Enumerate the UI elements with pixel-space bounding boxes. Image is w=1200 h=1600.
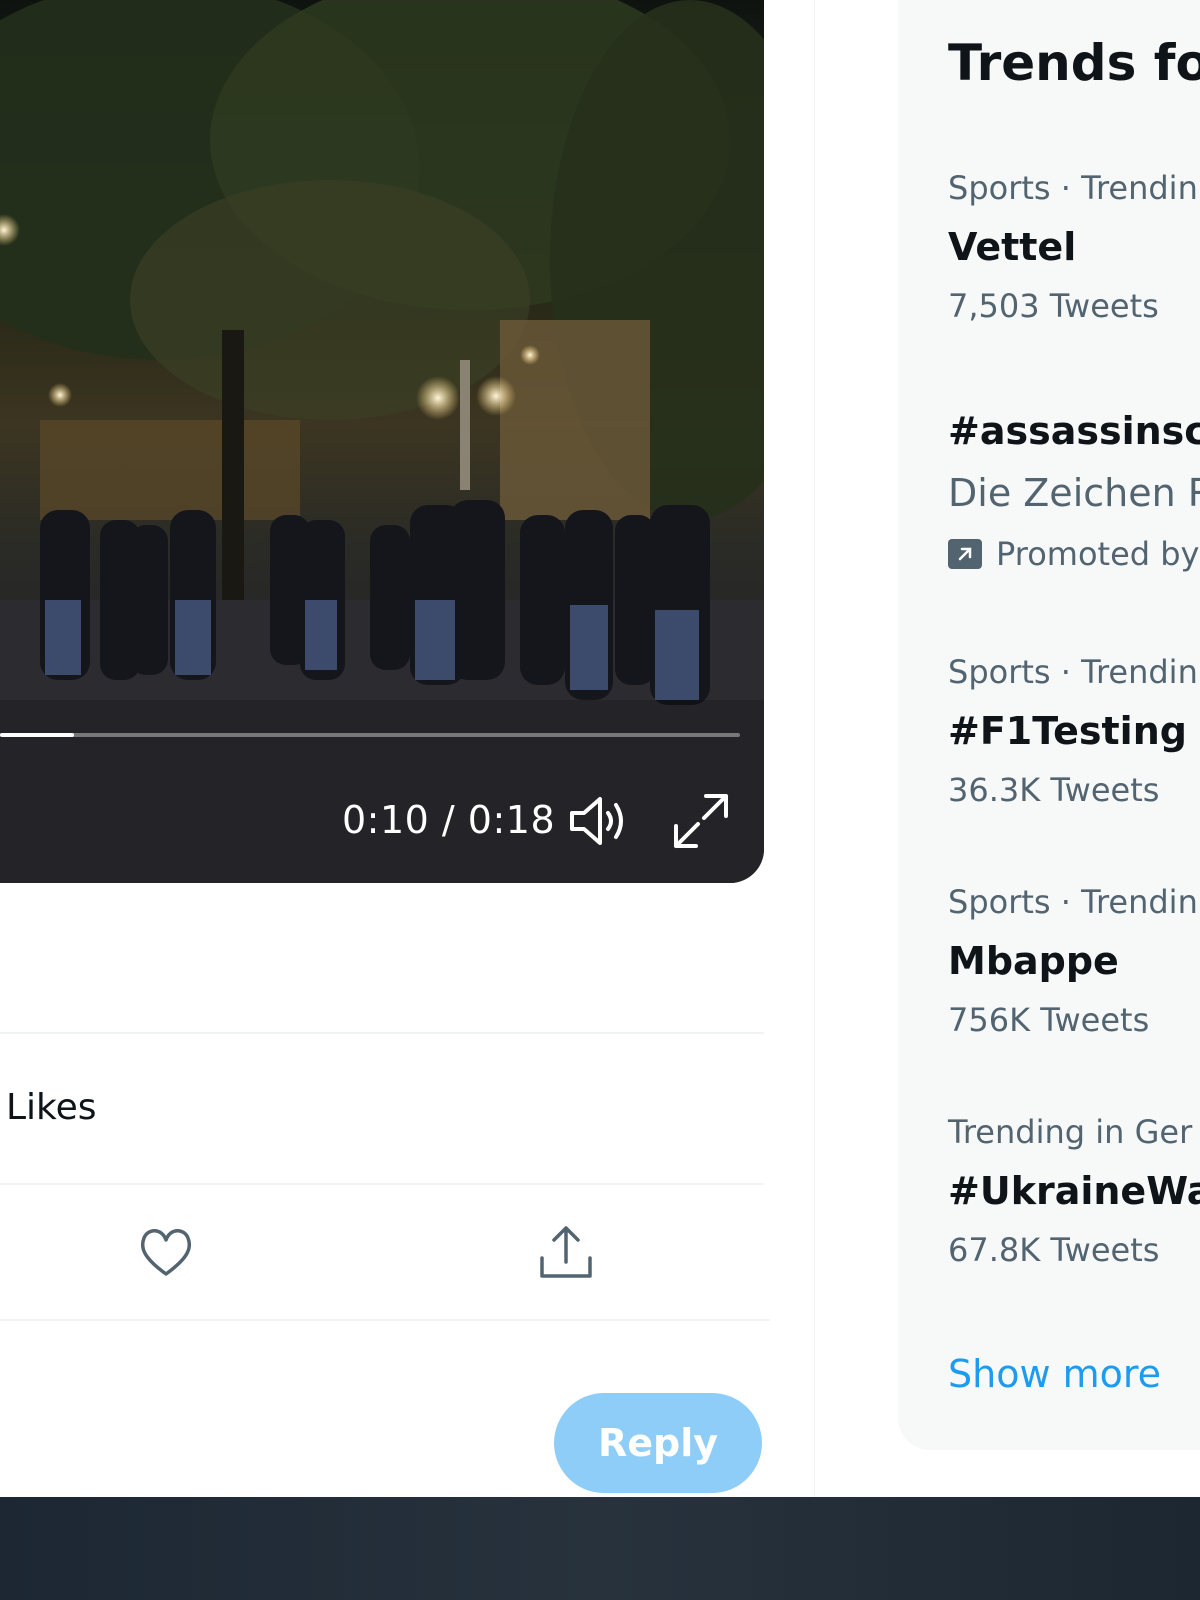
share-button[interactable] <box>534 1220 598 1284</box>
trend-item[interactable]: Trending in Ger #UkraineWar 67.8K Tweets <box>948 1104 1200 1278</box>
video-player[interactable]: 0:10 / 0:18 <box>0 0 764 883</box>
trend-description: Die Zeichen R <box>948 471 1200 515</box>
reply-button[interactable]: Reply <box>554 1393 762 1493</box>
promoted-text: Promoted by <box>996 535 1200 573</box>
divider <box>0 1032 764 1034</box>
promoted-label: Promoted by <box>948 524 1200 584</box>
fullscreen-button[interactable] <box>670 790 732 852</box>
trend-count: 36.3K Tweets <box>948 771 1160 809</box>
trend-name: #F1Testing <box>948 709 1187 753</box>
heart-icon <box>140 1229 192 1276</box>
volume-button[interactable] <box>568 793 632 849</box>
volume-icon <box>570 797 623 845</box>
trend-name: Vettel <box>948 225 1077 269</box>
trend-meta: Sports · Trendin <box>948 169 1198 207</box>
divider <box>0 1183 764 1185</box>
trend-name: #assassinscre <box>948 409 1200 453</box>
trend-name: Mbappe <box>948 939 1119 983</box>
trend-item[interactable]: Sports · Trendin Vettel 7,503 Tweets <box>948 160 1200 334</box>
trend-item[interactable]: Sports · Trendin #F1Testing 36.3K Tweets <box>948 644 1200 818</box>
tweet-column: 0:10 / 0:18 Likes Reply <box>0 0 815 1497</box>
video-progress-track[interactable] <box>0 733 740 737</box>
video-time: 0:10 / 0:18 <box>342 798 556 842</box>
trends-title: Trends fo <box>948 34 1200 92</box>
trend-meta: Trending in Ger <box>948 1113 1193 1151</box>
show-more-link[interactable]: Show more <box>948 1352 1161 1396</box>
trend-name: #UkraineWar <box>948 1169 1200 1213</box>
share-icon <box>540 1226 592 1278</box>
like-button[interactable] <box>134 1220 198 1284</box>
trend-count: 7,503 Tweets <box>948 287 1159 325</box>
likes-count[interactable]: Likes <box>6 1087 97 1128</box>
promoted-trend-item[interactable]: #assassinscre Die Zeichen R Promoted by <box>948 400 1200 584</box>
trend-meta: Sports · Trendin <box>948 653 1198 691</box>
trend-count: 756K Tweets <box>948 1001 1150 1039</box>
video-progress-fill <box>0 733 74 737</box>
promoted-icon <box>948 539 982 569</box>
divider <box>0 1319 770 1321</box>
video-frame <box>0 0 764 883</box>
bottom-bar <box>0 1497 1200 1600</box>
trend-count: 67.8K Tweets <box>948 1231 1160 1269</box>
trend-meta: Sports · Trendin <box>948 883 1198 921</box>
trends-panel: Trends fo Sports · Trendin Vettel 7,503 … <box>898 0 1200 1450</box>
trend-item[interactable]: Sports · Trendin Mbappe 756K Tweets <box>948 874 1200 1048</box>
fullscreen-icon <box>674 794 728 848</box>
